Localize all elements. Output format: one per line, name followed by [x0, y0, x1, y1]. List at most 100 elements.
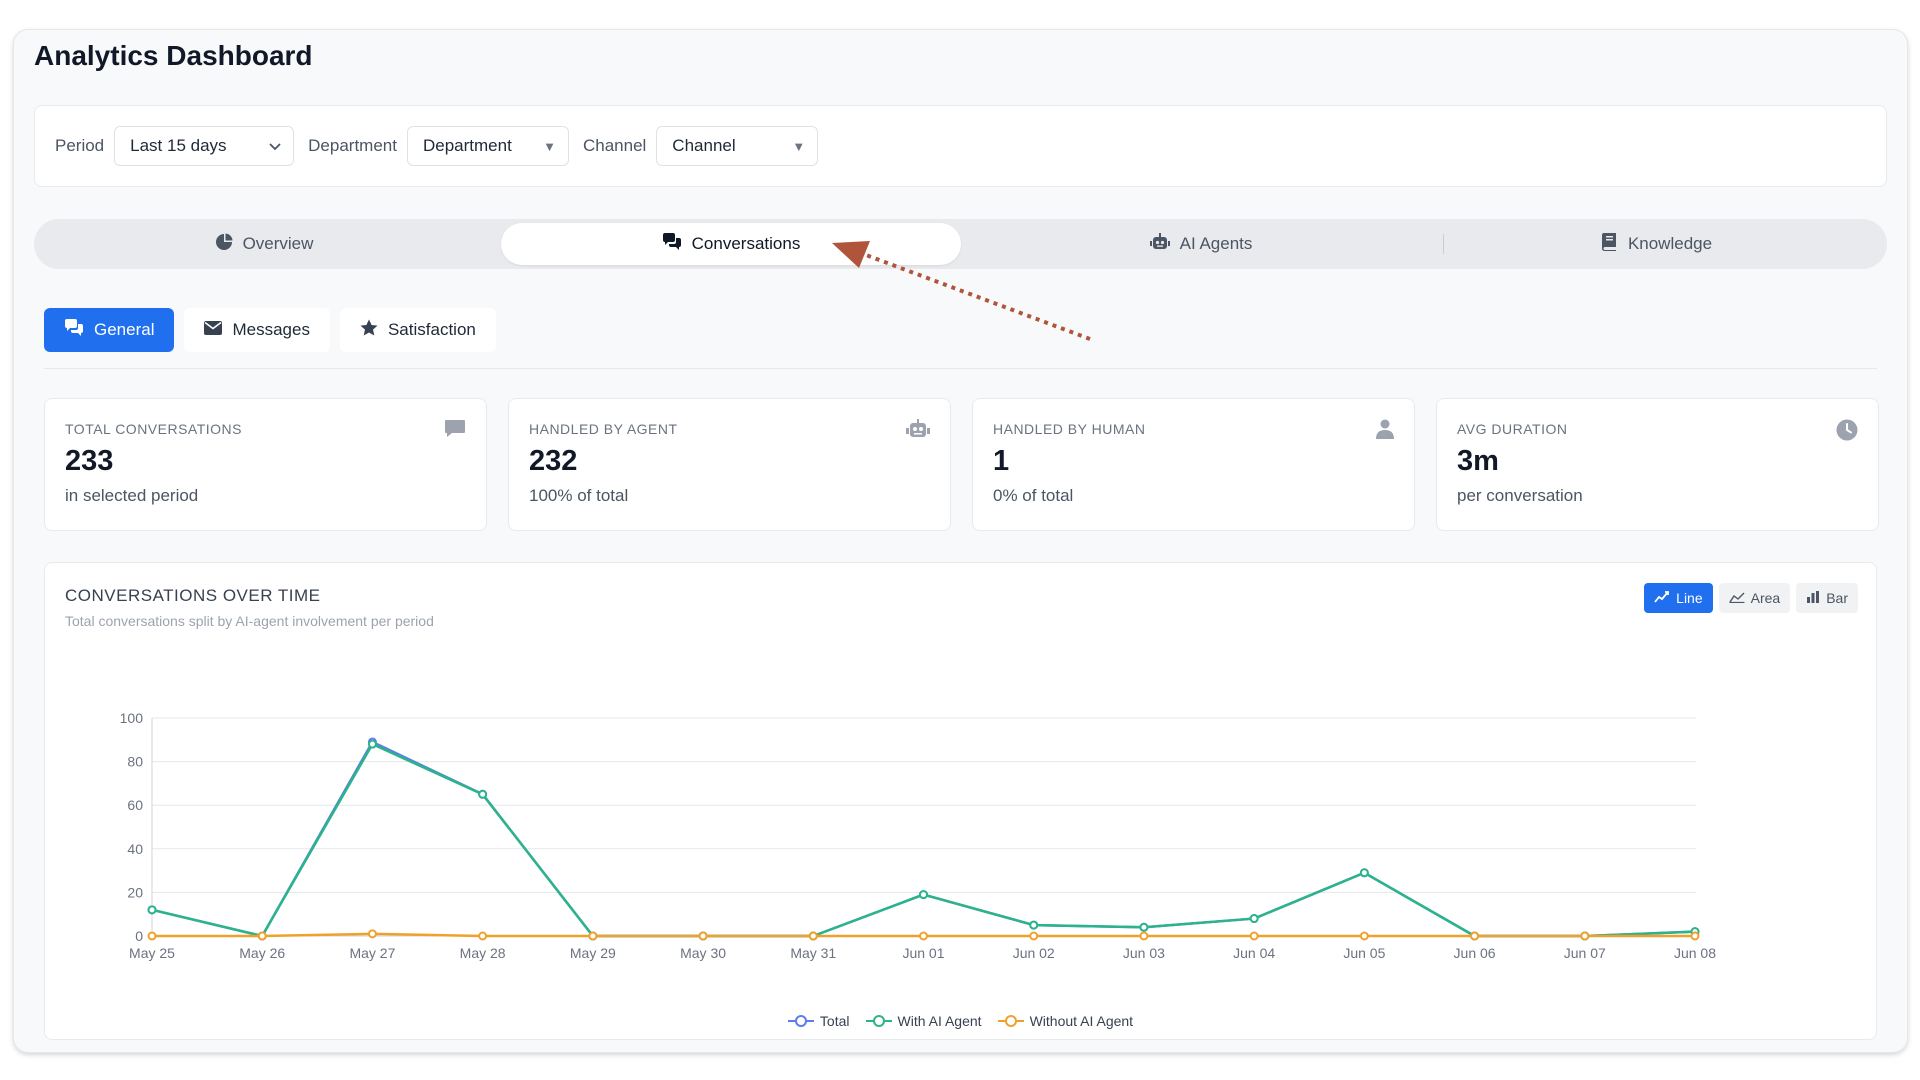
filter-bar: Period Last 15 days Department Departmen… [34, 105, 1887, 187]
tab-label: Conversations [691, 234, 801, 253]
data-point [1470, 931, 1480, 941]
data-point [478, 931, 488, 941]
legend-marker-with-ai-agent [865, 1015, 892, 1027]
subtab-label: General [94, 320, 155, 339]
data-point [1359, 931, 1369, 941]
legend-marker-without-ai-agent [997, 1015, 1024, 1027]
data-point [257, 931, 267, 941]
data-point [1139, 922, 1149, 932]
y-tick-label: 0 [135, 928, 143, 944]
card-label: AVG DURATION [1457, 421, 1568, 437]
x-tick-label: Jun 02 [1013, 945, 1055, 961]
subtab-messages[interactable]: Messages [184, 308, 330, 352]
data-point [147, 931, 157, 941]
book-icon [1601, 232, 1618, 256]
y-tick-label: 60 [127, 797, 143, 813]
y-tick-label: 20 [127, 884, 143, 900]
legend-item-with-ai-agent[interactable]: With AI Agent [865, 1013, 982, 1029]
period-select-value: Last 15 days [130, 136, 227, 155]
channel-select[interactable]: Channel ▼ [656, 126, 819, 166]
caret-down-icon: ▼ [792, 138, 806, 154]
tab-conversations[interactable]: Conversations [501, 223, 961, 265]
data-point [478, 789, 488, 799]
x-tick-label: May 30 [680, 945, 726, 961]
main-tabs: Overview Conversations AI Agents Knowled… [34, 219, 1887, 269]
stat-card-avg-duration: AVG DURATION 3m per conversation [1436, 398, 1879, 531]
channel-select-value: Channel [672, 136, 736, 155]
x-tick-label: May 25 [129, 945, 175, 961]
x-tick-label: Jun 03 [1123, 945, 1165, 961]
data-point [367, 929, 377, 939]
caret-down-icon: ▼ [543, 138, 556, 154]
card-subtext: 100% of total [529, 486, 629, 505]
subtab-general[interactable]: General [44, 308, 175, 352]
envelope-icon [204, 320, 223, 340]
series-line-1 [151, 742, 1696, 938]
subtab-satisfaction[interactable]: Satisfaction [339, 308, 496, 352]
robot-icon [906, 419, 930, 444]
user-icon [1376, 419, 1394, 444]
chat-bubbles-icon [64, 318, 84, 342]
x-tick-label: May 27 [349, 945, 395, 961]
x-tick-label: Jun 05 [1343, 945, 1385, 961]
tab-knowledge[interactable]: Knowledge [1427, 223, 1887, 265]
data-point [919, 931, 928, 941]
legend-label: Without AI Agent [1029, 1013, 1134, 1029]
card-subtext: in selected period [65, 486, 199, 505]
data-point [588, 931, 598, 941]
channel-label: Channel [582, 136, 647, 155]
stat-card-handled-by-agent: HANDLED BY AGENT 232 100% of total [508, 398, 951, 531]
x-tick-label: Jun 04 [1233, 945, 1275, 961]
clock-icon [1836, 419, 1858, 446]
tab-overview[interactable]: Overview [34, 223, 494, 265]
conversations-line-chart: 0 20 40 60 80 100 May 25 May 26 May 27 May 28 May … [120, 710, 1717, 961]
card-value: 233 [65, 445, 114, 477]
y-tick-label: 80 [127, 754, 143, 770]
data-point [808, 931, 818, 941]
x-tick-label: Jun 07 [1564, 945, 1606, 961]
conversations-chart-panel: CONVERSATIONS OVER TIME Total conversati… [44, 562, 1877, 1040]
legend-item-without-ai-agent[interactable]: Without AI Agent [997, 1013, 1134, 1029]
data-point [367, 739, 377, 749]
card-label: HANDLED BY AGENT [529, 421, 678, 437]
pie-chart-icon [215, 233, 233, 256]
page-title: Analytics Dashboard [34, 40, 313, 71]
stat-card-handled-by-human: HANDLED BY HUMAN 1 0% of total [972, 398, 1415, 531]
section-divider [44, 368, 1877, 369]
data-point [1690, 931, 1700, 941]
card-label: HANDLED BY HUMAN [993, 421, 1146, 437]
stat-card-total-conversations: TOTAL CONVERSATIONS 233 in selected peri… [44, 398, 487, 531]
subtab-label: Messages [232, 320, 310, 339]
star-icon [360, 319, 378, 342]
card-value: 232 [529, 445, 578, 477]
data-point [1029, 920, 1039, 930]
data-point [1249, 931, 1259, 941]
y-tick-label: 40 [127, 841, 143, 857]
tab-label: AI Agents [1179, 234, 1253, 253]
card-value: 1 [993, 445, 1010, 477]
card-subtext: per conversation [1457, 486, 1583, 505]
tab-label: Overview [242, 234, 314, 253]
department-label: Department [308, 136, 397, 155]
sub-tabs: General Messages Satisfaction [44, 308, 496, 352]
subtab-label: Satisfaction [387, 320, 476, 339]
x-tick-label: May 31 [790, 945, 836, 961]
x-tick-label: Jun 01 [902, 945, 944, 961]
chevron-down-icon [269, 139, 281, 154]
y-tick-label: 100 [120, 710, 144, 726]
data-point [1580, 931, 1590, 941]
x-tick-label: Jun 06 [1454, 945, 1496, 961]
period-label: Period [55, 136, 105, 155]
tab-label: Knowledge [1627, 234, 1713, 253]
tab-ai-agents[interactable]: AI Agents [971, 223, 1431, 265]
period-select[interactable]: Last 15 days [114, 126, 295, 166]
department-select-value: Department [422, 136, 512, 155]
department-select[interactable]: Department ▼ [406, 126, 569, 166]
card-label: TOTAL CONVERSATIONS [65, 421, 243, 437]
data-point [919, 890, 928, 900]
legend-item-total[interactable]: Total [787, 1013, 850, 1029]
data-point [1139, 931, 1149, 941]
chart-legend: Total With AI Agent Without AI Agent [45, 1013, 1876, 1029]
robot-icon [1149, 232, 1170, 256]
x-tick-label: May 29 [570, 945, 616, 961]
